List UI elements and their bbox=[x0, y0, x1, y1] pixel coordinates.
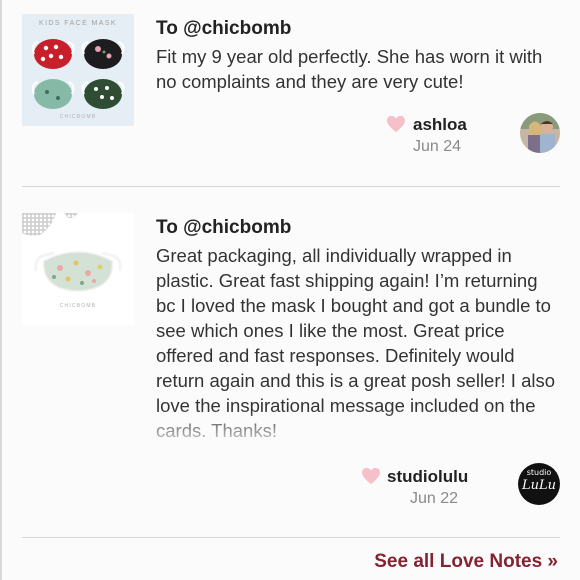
thumbnail-brand: CHICBOMB bbox=[59, 303, 97, 309]
note-recipient[interactable]: To @chicbomb bbox=[156, 217, 291, 239]
author-username[interactable]: ashloa bbox=[413, 115, 467, 135]
love-note: CHICBOMB To @chicbomb Great packaging, a… bbox=[22, 213, 560, 537]
note-divider bbox=[22, 537, 560, 538]
avatar-text: studio bbox=[526, 468, 552, 477]
author-username[interactable]: studiolulu bbox=[387, 467, 468, 487]
heart-icon bbox=[387, 115, 405, 133]
listing-thumbnail[interactable]: KIDS FACE MASK CHICBOMB bbox=[22, 14, 134, 126]
avatar-script: LuLu bbox=[521, 478, 556, 493]
avatar[interactable]: studio LuLu bbox=[518, 463, 560, 505]
note-divider bbox=[22, 186, 560, 187]
listing-thumbnail[interactable]: CHICBOMB bbox=[22, 213, 134, 325]
love-note: KIDS FACE MASK CHICBOMB To @chicbomb Fit… bbox=[22, 14, 560, 186]
note-recipient[interactable]: To @chicbomb bbox=[156, 18, 291, 40]
note-author: ashloa Jun 24 bbox=[310, 113, 560, 163]
note-text: Fit my 9 year old perfectly. She has wor… bbox=[156, 46, 543, 92]
note-author: studiolulu Jun 22 studio LuLu bbox=[310, 463, 560, 515]
avatar[interactable] bbox=[520, 113, 560, 153]
note-date: Jun 22 bbox=[410, 490, 459, 507]
text-fade bbox=[156, 409, 558, 453]
thumbnail-brand: CHICBOMB bbox=[59, 114, 97, 120]
left-border bbox=[0, 0, 2, 580]
note-date: Jun 24 bbox=[413, 138, 462, 155]
thumbnail-title: KIDS FACE MASK bbox=[39, 20, 117, 27]
face-masks-image bbox=[31, 39, 125, 109]
heart-icon bbox=[362, 467, 380, 485]
see-all-love-notes-link[interactable]: See all Love Notes » bbox=[374, 551, 558, 573]
avatar-photo bbox=[520, 113, 560, 153]
